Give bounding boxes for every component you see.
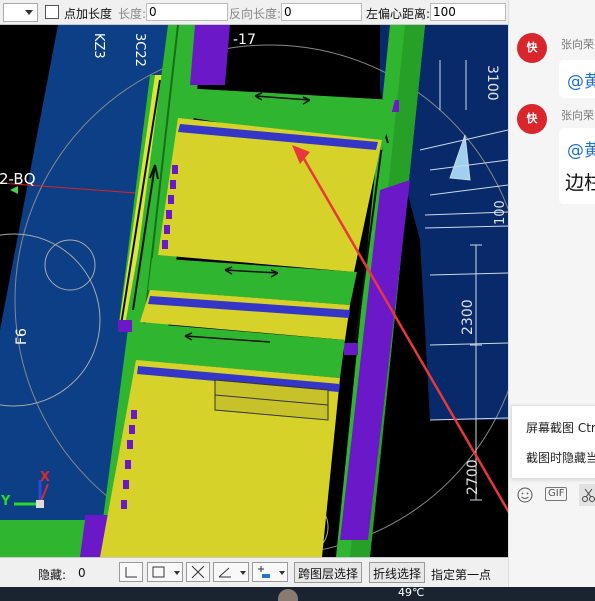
menu-item-hide-window[interactable]: 截图时隐藏当 <box>526 449 595 466</box>
angle-dropdown[interactable] <box>213 562 249 582</box>
cross-icon <box>191 565 205 579</box>
system-taskbar: 49℃ <box>0 586 595 601</box>
model-canvas <box>0 25 508 557</box>
dim-label-2700: 2700 <box>465 459 481 495</box>
command-prompt: 指定第一点 <box>431 568 492 582</box>
sender-name: 张向荣 <box>561 38 594 51</box>
ortho-icon <box>125 567 137 578</box>
chat-toolbar: GIF <box>509 484 595 506</box>
taskbar-user-avatar[interactable] <box>278 589 298 601</box>
angle-icon <box>218 567 231 578</box>
menu-item-screenshot[interactable]: 屏幕截图 Ctrl <box>526 419 595 436</box>
add-length-label: 点加长度 <box>64 7 113 21</box>
left-offset-label: 左偏心距离: <box>366 7 431 21</box>
mention-text[interactable]: @黄 <box>567 67 595 92</box>
message-bubble-1[interactable]: @黄 <box>559 60 595 98</box>
add-length-checkbox[interactable] <box>45 5 59 19</box>
length-label: 长度: <box>118 7 147 21</box>
sender-name: 张向荣 <box>561 109 594 122</box>
beam-label-bq: 2-BQ <box>0 170 36 188</box>
dim-label-3100: 3100 <box>484 65 500 101</box>
hide-count: 0 <box>78 566 86 580</box>
sender-avatar[interactable]: 快 <box>517 33 547 63</box>
hide-label: 隐藏: <box>38 568 67 582</box>
cross-layer-select-button[interactable]: 跨图层选择 <box>294 562 363 583</box>
grid-label-17: -17 <box>233 32 256 48</box>
left-offset-input[interactable] <box>430 3 506 21</box>
grid-label-f6: F6 <box>14 328 30 345</box>
emoji-icon[interactable] <box>517 487 533 503</box>
drawing-toolbar: 点加长度 长度: 反向长度: 左偏心距离: <box>0 0 508 25</box>
column-top <box>190 25 230 85</box>
axis-x-label: X <box>40 470 51 485</box>
column-marker-2 <box>344 343 358 355</box>
reverse-length-input[interactable] <box>281 3 362 21</box>
length-input[interactable] <box>146 3 228 21</box>
polyline-select-button[interactable]: 折线选择 <box>369 562 426 583</box>
select-rect-dropdown[interactable] <box>147 562 183 582</box>
dim-label-2300: 2300 <box>460 299 476 335</box>
dim-label-100: 100 <box>493 200 508 225</box>
reverse-length-label: 反向长度: <box>229 7 282 21</box>
mode-dropdown[interactable] <box>3 3 38 22</box>
message-text: 边柱 <box>565 172 595 194</box>
command-statusbar: 隐藏: 0 跨图层选择 折线选择 指定第一点 <box>0 557 508 588</box>
rect-select-icon <box>152 566 165 578</box>
message-bubble-2[interactable]: @黄 边柱 <box>559 128 595 204</box>
screenshot-menu: 屏幕截图 Ctrl 截图时隐藏当 <box>511 405 595 479</box>
bottom-beam <box>0 520 85 557</box>
column-label-kz3: KZ3 <box>91 33 106 59</box>
model-viewport[interactable]: KZ3 3C22 -17 2-BQ F6 3100 100 2300 2700 … <box>0 25 508 557</box>
mention-text[interactable]: @黄 <box>567 136 595 161</box>
sender-avatar[interactable]: 快 <box>517 104 547 134</box>
snap-icon <box>258 566 270 578</box>
scissors-button[interactable] <box>579 484 595 506</box>
cross-select-button[interactable] <box>186 562 210 582</box>
snap-dropdown[interactable] <box>252 562 288 582</box>
temperature-readout: 49℃ <box>398 586 425 599</box>
column-marker-3 <box>118 320 132 332</box>
gif-button[interactable]: GIF <box>545 487 568 501</box>
ortho-button[interactable] <box>119 562 143 582</box>
column-label-3c22: 3C22 <box>132 33 147 67</box>
scissors-icon <box>582 488 595 502</box>
axis-y-label: Y <box>1 494 11 509</box>
chat-panel: 快 张向荣 @黄 快 张向荣 @黄 边柱 屏幕截图 Ctrl 截图时隐藏当 GI… <box>508 0 595 587</box>
